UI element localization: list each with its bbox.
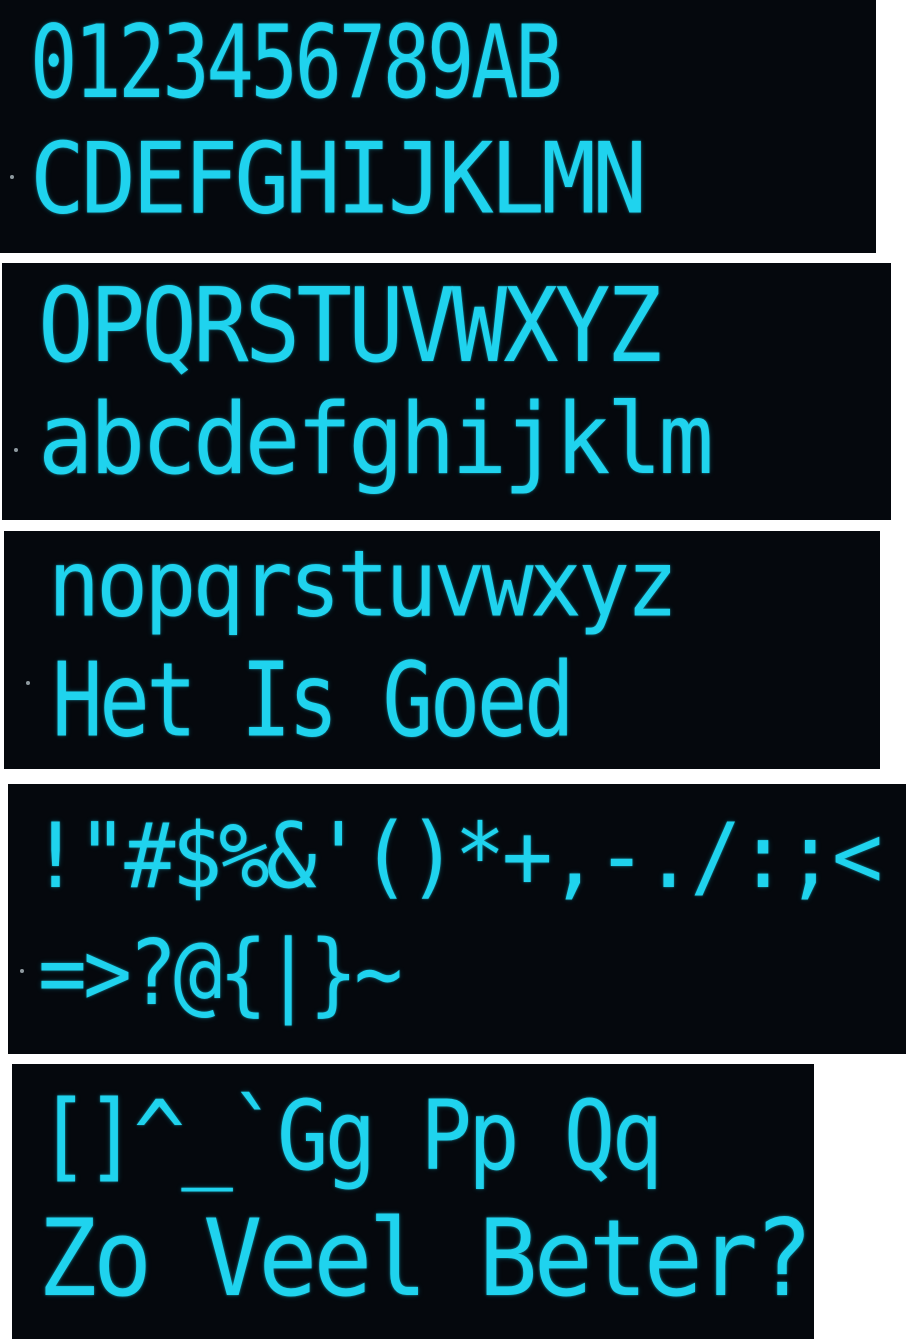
display-text-line-1: 0123456789AB xyxy=(30,3,563,122)
display-text-line-2: Zo Veel Beter? xyxy=(38,1196,813,1321)
display-text-line-1: nopqrstuvwxyz xyxy=(48,531,678,638)
display-text-line-2: Het Is Goed xyxy=(52,639,575,761)
display-text-line-2: abcdefghijklm xyxy=(38,383,714,497)
dust-speck xyxy=(20,969,24,973)
display-text-line-2: =>?@{|}~ xyxy=(38,921,403,1026)
dust-speck xyxy=(26,681,30,685)
display-text-line-1: !"#$%&'()*+,-./:;< xyxy=(30,804,883,909)
oled-display-panel-1: 0123456789AB CDEFGHIJKLMN xyxy=(0,0,876,253)
display-text-line-1: []^_`Gg Pp Qq xyxy=(38,1079,663,1192)
oled-display-panel-3: nopqrstuvwxyz Het Is Goed xyxy=(4,531,880,769)
display-text-line-2: CDEFGHIJKLMN xyxy=(30,121,647,237)
dust-speck xyxy=(10,175,14,179)
oled-display-panel-4: !"#$%&'()*+,-./:;< =>?@{|}~ xyxy=(8,784,906,1054)
display-text-line-1: OPQRSTUVWXYZ xyxy=(38,266,662,387)
dust-speck xyxy=(14,448,18,452)
oled-display-panel-5: []^_`Gg Pp Qq Zo Veel Beter? xyxy=(12,1064,814,1339)
oled-display-panel-2: OPQRSTUVWXYZ abcdefghijklm xyxy=(2,263,891,520)
